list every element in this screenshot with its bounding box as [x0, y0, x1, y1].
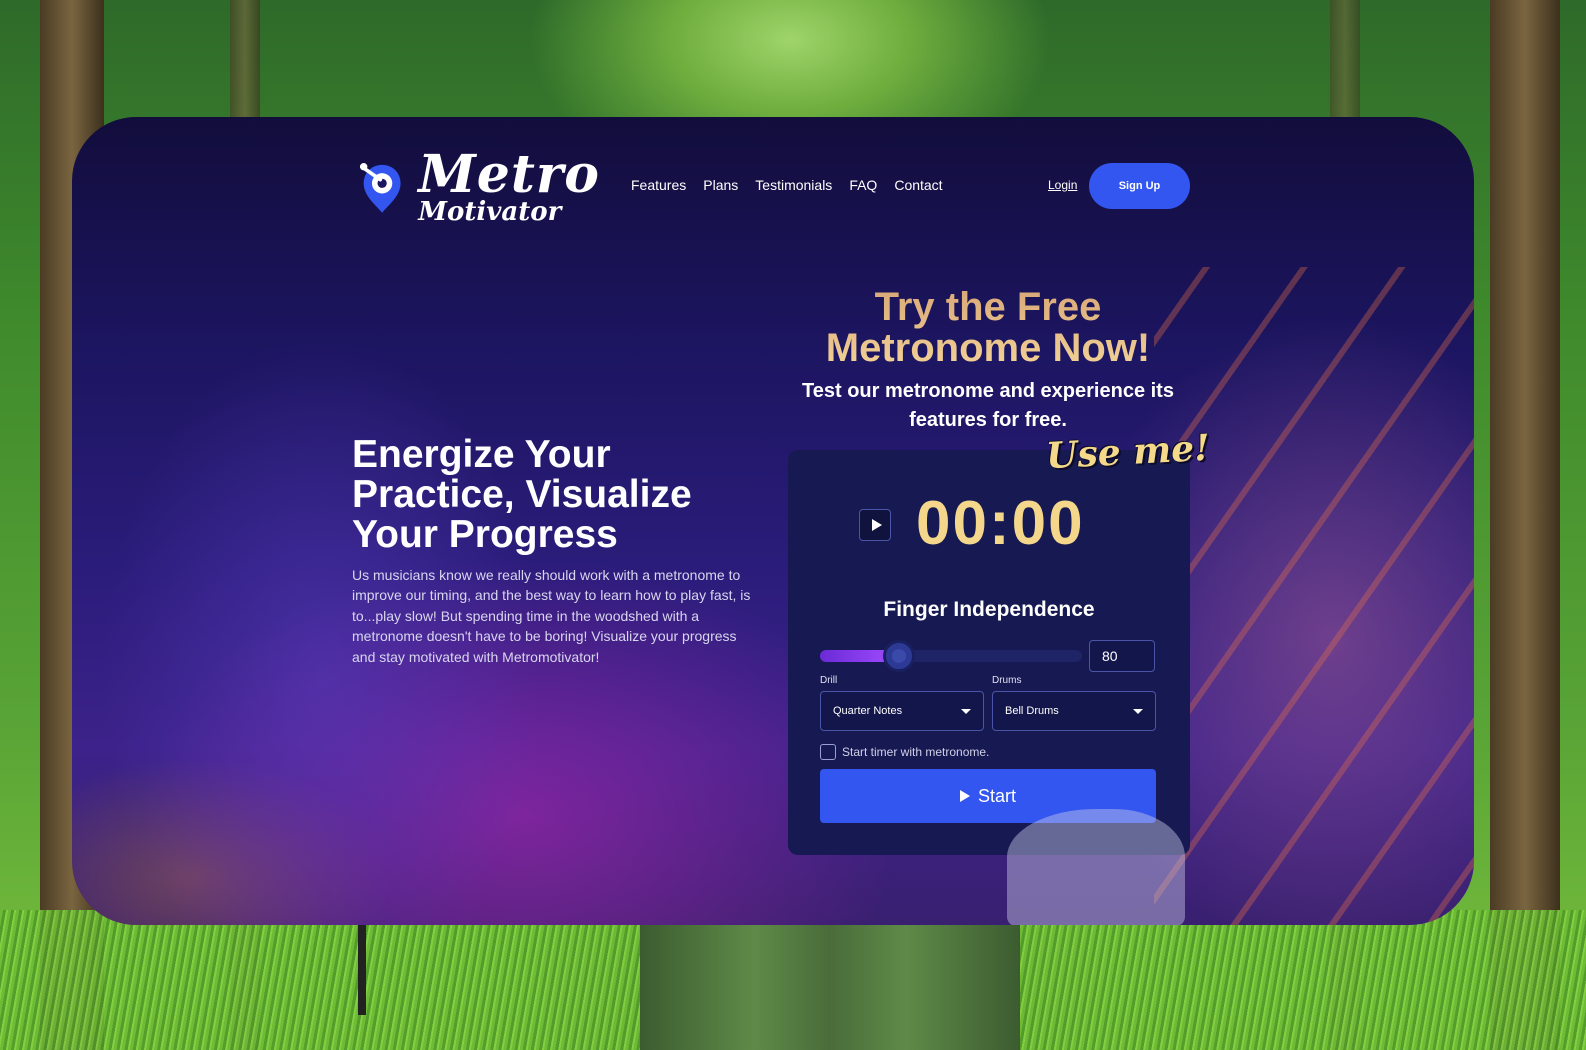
- hero-title: Energize Your Practice, Visualize Your P…: [352, 433, 692, 556]
- drill-select-value: Quarter Notes: [833, 705, 903, 717]
- background-figure: [640, 925, 1020, 1050]
- brand-logo[interactable]: Metro Motivator: [360, 147, 600, 227]
- drums-select-value: Bell Drums: [1005, 705, 1059, 717]
- signup-button[interactable]: Sign Up: [1089, 163, 1190, 209]
- start-button-label: Start: [977, 785, 1016, 806]
- caret-down-icon: [1133, 708, 1143, 714]
- drill-select[interactable]: Quarter Notes: [820, 691, 984, 731]
- slider-handle[interactable]: [882, 640, 915, 672]
- play-icon: [959, 790, 970, 802]
- start-timer-checkbox[interactable]: [820, 744, 836, 760]
- drums-select[interactable]: Bell Drums: [992, 691, 1156, 731]
- play-icon: [871, 519, 882, 531]
- map-pin-logo-icon: [360, 163, 401, 213]
- metronome-widget: 00:00 Finger Independence Drill Quarter …: [788, 450, 1190, 855]
- login-link[interactable]: Login: [1048, 178, 1077, 192]
- caret-down-icon: [961, 708, 971, 714]
- nav-item-faq[interactable]: FAQ: [849, 177, 877, 193]
- start-timer-checkbox-label[interactable]: Start timer with metronome.: [842, 745, 989, 759]
- main-nav: Features Plans Testimonials FAQ Contact: [631, 177, 943, 193]
- trial-subtitle: Test our metronome and experience its fe…: [802, 380, 1174, 431]
- timer-play-button[interactable]: [859, 509, 891, 541]
- drums-label: Drums: [992, 675, 1022, 686]
- nav-item-features[interactable]: Features: [631, 177, 686, 193]
- nav-item-plans[interactable]: Plans: [703, 177, 738, 193]
- nav-item-contact[interactable]: Contact: [894, 177, 942, 193]
- use-me-badge: Use me!: [1045, 426, 1211, 478]
- brand-wordmark: Metro Motivator: [418, 144, 600, 226]
- background-pole: [358, 925, 366, 1015]
- timer-display: 00:00: [916, 489, 1085, 558]
- background-tree: [1490, 0, 1560, 1050]
- hero-description: Us musicians know we really should work …: [352, 567, 751, 665]
- trial-title: Try the Free Metronome Now!: [788, 287, 1188, 369]
- decorative-stripes: [1154, 267, 1474, 925]
- drill-label: Drill: [820, 675, 838, 686]
- brand-name-line1: Metro: [418, 144, 600, 205]
- nav-item-testimonials[interactable]: Testimonials: [755, 177, 832, 193]
- exercise-title: Finger Independence: [883, 598, 1095, 621]
- bpm-input[interactable]: [1089, 640, 1155, 672]
- landing-card: Metro Motivator Features Plans Testimoni…: [72, 117, 1474, 925]
- decorative-blob: [1007, 809, 1185, 925]
- tempo-slider[interactable]: [820, 640, 1082, 672]
